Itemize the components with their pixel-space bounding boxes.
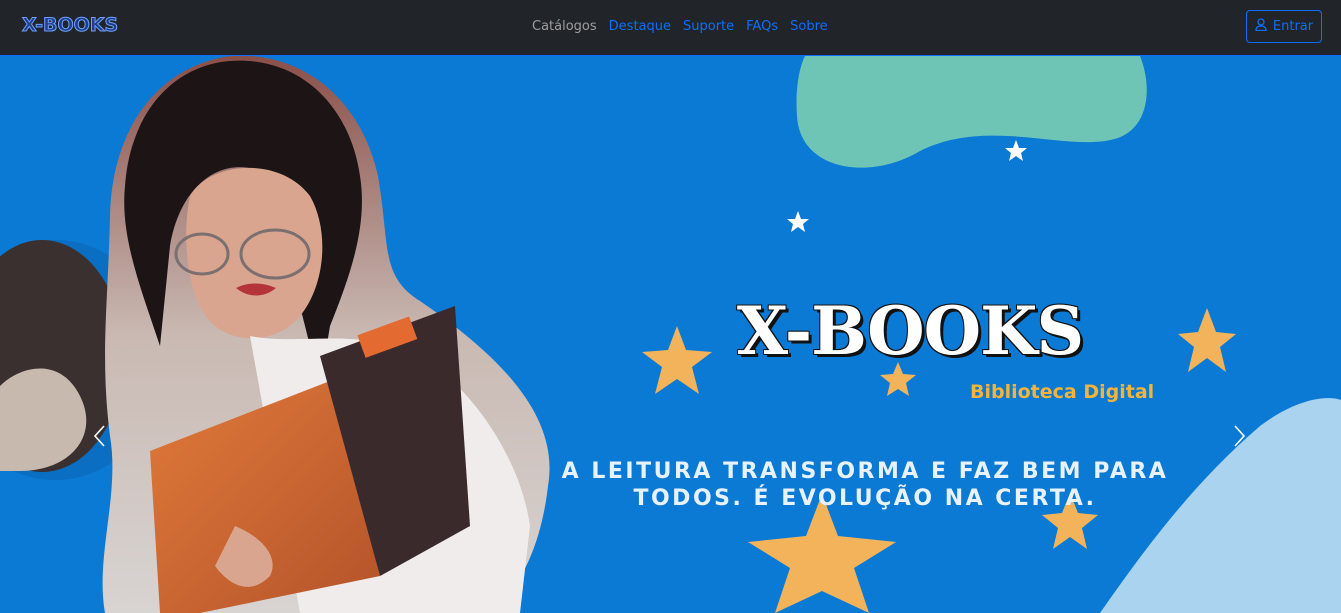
login-label: Entrar	[1272, 19, 1314, 34]
carousel-prev-button[interactable]	[84, 416, 114, 456]
person-icon	[1255, 18, 1267, 35]
chevron-right-icon	[1234, 425, 1246, 447]
nav-link-destaque[interactable]: Destaque	[609, 19, 671, 34]
hero-carousel: X-BOOKS Biblioteca Digital A LEITURA TRA…	[0, 56, 1341, 613]
navbar: X-BOOKS Catálogos Destaque Suporte FAQs …	[0, 0, 1341, 56]
hero-subtitle: Biblioteca Digital	[970, 381, 1155, 403]
nav-link-catalogos[interactable]: Catálogos	[532, 19, 597, 34]
login-button[interactable]: Entrar	[1246, 10, 1322, 43]
nav-link-suporte[interactable]: Suporte	[683, 19, 734, 34]
carousel-next-button[interactable]	[1225, 416, 1255, 456]
nav-links: Catálogos Destaque Suporte FAQs Sobre	[532, 19, 828, 34]
hero-tagline: A LEITURA TRANSFORMA E FAZ BEM PARA TODO…	[561, 459, 1169, 511]
nav-link-faqs[interactable]: FAQs	[746, 19, 778, 34]
hero-banner-image	[0, 56, 1341, 613]
hero-title: X-BOOKS	[736, 292, 1084, 370]
nav-link-sobre[interactable]: Sobre	[790, 19, 828, 34]
chevron-left-icon	[93, 425, 105, 447]
brand-logo[interactable]: X-BOOKS	[21, 14, 118, 37]
